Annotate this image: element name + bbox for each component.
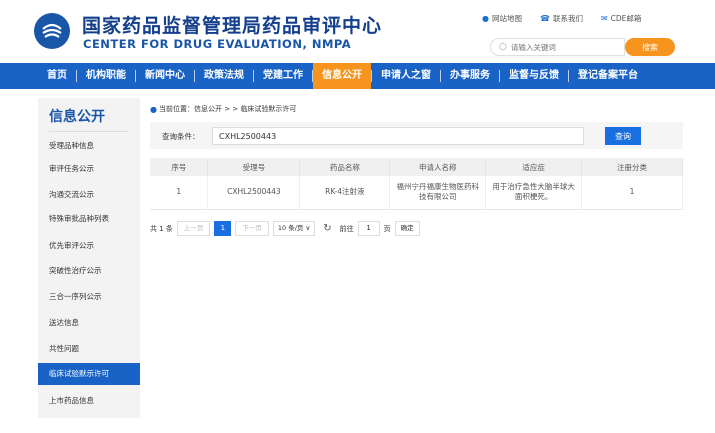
next-page-button[interactable]: 下一页 (235, 221, 269, 236)
goto-confirm-button[interactable]: 确定 (394, 221, 420, 236)
main-content: ● 当前位置：信息公开 > > 临床试验默示许可 查询条件： 查询 序号 受理号… (140, 98, 685, 418)
breadcrumb-text: 当前位置：信息公开 > > 临床试验默示许可 (158, 105, 297, 113)
site-search-box: ○ (490, 38, 625, 56)
table-row[interactable]: 1 CXHL2500443 RK-4注射液 福州宁丹福康生物医药科技有限公司 用… (150, 176, 683, 210)
sidebar-item-special-approval[interactable]: 特殊审批品种列表 (38, 208, 140, 230)
sidebar-item-delivery[interactable]: 送达信息 (38, 312, 140, 334)
prev-page-button[interactable]: 上一页 (176, 221, 211, 236)
cell-indication: 用于治疗急性大脑半球大面积梗死。 (485, 176, 583, 210)
query-bar: 查询条件： 查询 (150, 122, 683, 149)
site-title-en: CENTER FOR DRUG EVALUATION, NMPA (83, 37, 352, 51)
nav-item-policy[interactable]: 政策法规 (195, 63, 253, 89)
nav-item-home[interactable]: 首页 (38, 63, 76, 89)
col-header-drug-name: 药品名称 (299, 158, 391, 176)
cell-registration-class: 1 (581, 176, 683, 210)
cde-logo[interactable] (34, 13, 70, 49)
nav-item-news[interactable]: 新闻中心 (136, 63, 194, 89)
sidebar-item-breakthrough[interactable]: 突破性治疗公示 (38, 260, 140, 282)
contact-link[interactable]: ☎ 联系我们 (540, 13, 583, 24)
goto-label: 前往 (339, 224, 354, 233)
email-link[interactable]: ✉ CDE邮箱 (601, 13, 641, 24)
site-header: 国家药品监督管理局药品审评中心 CENTER FOR DRUG EVALUATI… (0, 0, 715, 62)
refresh-icon[interactable]: ↻ (319, 223, 335, 234)
sidebar-title: 信息公开 (49, 109, 105, 125)
col-header-acceptance-no: 受理号 (207, 158, 301, 176)
nav-item-registration[interactable]: 登记备案平台 (569, 63, 647, 89)
page-size-select[interactable]: 10 条/页 ∨ (272, 221, 316, 236)
col-header-indication: 适应症 (485, 158, 583, 176)
phone-icon: ☎ (539, 14, 550, 23)
query-label: 查询条件： (162, 132, 200, 141)
sidebar-item-common-issues[interactable]: 共性问题 (38, 338, 140, 360)
query-input[interactable] (212, 127, 584, 145)
sitemap-link[interactable]: ● 网站地图 (482, 13, 522, 24)
nav-item-services[interactable]: 办事服务 (441, 63, 499, 89)
site-search-input[interactable] (510, 42, 611, 52)
sidebar-item-review-tasks[interactable]: 审评任务公示 (38, 158, 140, 180)
goto-page-input[interactable]: 1 (357, 221, 380, 236)
main-nav: 首页 机构职能 新闻中心 政策法规 党建工作 信息公开 申请人之窗 办事服务 监… (0, 63, 715, 89)
page-number-current[interactable]: 1 (214, 221, 232, 236)
nav-item-feedback[interactable]: 监督与反馈 (500, 63, 568, 89)
sidebar-item-priority-review[interactable]: 优先审评公示 (38, 235, 140, 257)
sidebar-divider (49, 131, 129, 132)
top-links: ● 网站地图 ☎ 联系我们 ✉ CDE邮箱 (482, 13, 641, 24)
col-header-applicant: 申请人名称 (389, 158, 487, 176)
sidebar-item-clinical-trial[interactable]: 临床试验默示许可 (38, 363, 140, 385)
breadcrumb: ● 当前位置：信息公开 > > 临床试验默示许可 (150, 104, 296, 114)
page-unit-label: 页 (383, 224, 391, 233)
location-pin-icon: ● (150, 104, 157, 114)
col-header-registration-class: 注册分类 (581, 158, 683, 176)
sidebar-item-three-in-one[interactable]: 三合一序列公示 (38, 286, 140, 308)
table-header-row: 序号 受理号 药品名称 申请人名称 适应症 注册分类 (150, 158, 683, 176)
col-header-index: 序号 (150, 158, 209, 176)
cell-acceptance-no: CXHL2500443 (207, 176, 301, 210)
nav-item-applicant[interactable]: 申请人之窗 (372, 63, 440, 89)
nav-item-functions[interactable]: 机构职能 (77, 63, 135, 89)
sidebar-item-accepted[interactable]: 受理品种信息 (38, 135, 140, 157)
sidebar-item-marketed-drugs[interactable]: 上市药品信息 (38, 390, 140, 412)
cell-applicant: 福州宁丹福康生物医药科技有限公司 (389, 176, 487, 210)
logo-emblem-icon (42, 23, 62, 38)
query-button[interactable]: 查询 (605, 127, 641, 145)
pagination: 共 1 条 上一页 1 下一页 10 条/页 ∨ ↻ 前往 1 页 确定 (150, 221, 420, 236)
search-icon: ○ (499, 42, 507, 52)
cell-index: 1 (150, 176, 209, 210)
results-table: 序号 受理号 药品名称 申请人名称 适应症 注册分类 1 CXHL2500443… (150, 158, 683, 210)
site-search-button[interactable]: 搜索 (625, 38, 675, 56)
location-pin-icon: ● (482, 14, 489, 23)
nav-item-party[interactable]: 党建工作 (254, 63, 312, 89)
nav-item-info-disclosure[interactable]: 信息公开 (313, 63, 371, 89)
site-title-cn: 国家药品监督管理局药品审评中心 (82, 15, 383, 37)
sidebar: 信息公开 受理品种信息 审评任务公示 沟通交流公示 特殊审批品种列表 优先审评公… (38, 98, 140, 418)
sidebar-item-communication[interactable]: 沟通交流公示 (38, 184, 140, 206)
mail-icon: ✉ (600, 14, 608, 23)
total-count: 共 1 条 (150, 224, 173, 233)
cell-drug-name: RK-4注射液 (299, 176, 391, 210)
